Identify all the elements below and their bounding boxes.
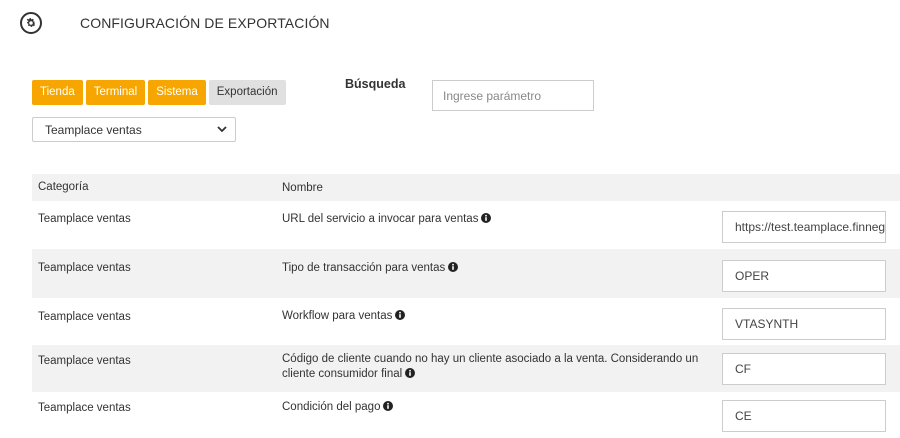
row-value-field[interactable]: https://test.teamplace.finneg — [722, 211, 886, 243]
table-row: Teamplace ventas URL del servicio a invo… — [32, 201, 900, 249]
tab-terminal[interactable]: Terminal — [85, 80, 146, 105]
row-name-text: Condición del pago — [282, 401, 381, 413]
chevron-down-icon — [217, 126, 227, 133]
tab-tienda[interactable]: Tienda — [32, 80, 83, 105]
row-value-field[interactable]: VTASYNTH — [722, 308, 886, 340]
info-icon[interactable] — [405, 368, 416, 378]
info-icon[interactable] — [481, 213, 492, 223]
row-name-text: Workflow para ventas — [282, 310, 393, 322]
tab-sistema[interactable]: Sistema — [148, 80, 206, 105]
row-category: Teamplace ventas — [38, 213, 131, 225]
row-name: Workflow para ventas — [282, 309, 717, 324]
tab-exportacion[interactable]: Exportación — [208, 80, 286, 105]
parameters-table: Categoría Nombre Teamplace ventas URL de… — [32, 174, 900, 438]
info-icon[interactable] — [395, 310, 406, 320]
row-name-text: Código de cliente cuando no hay un clien… — [282, 353, 699, 380]
row-category: Teamplace ventas — [38, 311, 131, 323]
row-name: URL del servicio a invocar para ventas — [282, 212, 717, 227]
row-name: Condición del pago — [282, 400, 717, 415]
row-category: Teamplace ventas — [38, 262, 131, 274]
category-select-value: Teamplace ventas — [45, 122, 142, 137]
table-row: Teamplace ventas Código de cliente cuand… — [32, 345, 900, 392]
row-value-field[interactable]: CF — [722, 353, 886, 385]
section-tabs: Tienda Terminal Sistema Exportación — [32, 80, 286, 105]
gear-icon[interactable] — [20, 12, 42, 34]
page-title: CONFIGURACIÓN DE EXPORTACIÓN — [80, 15, 330, 31]
table-row: Teamplace ventas Tipo de transacción par… — [32, 249, 900, 298]
column-header-name: Nombre — [282, 182, 323, 194]
row-value-field[interactable]: CE — [722, 400, 886, 432]
row-name: Código de cliente cuando no hay un clien… — [282, 352, 717, 382]
search-label: Búsqueda — [345, 77, 406, 91]
table-row: Teamplace ventas Workflow para ventas VT… — [32, 298, 900, 345]
row-category: Teamplace ventas — [38, 355, 131, 367]
column-header-category: Categoría — [38, 181, 89, 193]
row-name-text: URL del servicio a invocar para ventas — [282, 213, 479, 225]
info-icon[interactable] — [383, 401, 394, 411]
info-icon[interactable] — [448, 262, 459, 272]
row-name: Tipo de transacción para ventas — [282, 261, 717, 276]
page-header: CONFIGURACIÓN DE EXPORTACIÓN — [20, 8, 330, 38]
row-value-field[interactable]: OPER — [722, 260, 886, 292]
row-name-text: Tipo de transacción para ventas — [282, 262, 446, 274]
table-row: Teamplace ventas Condición del pago CE — [32, 392, 900, 438]
row-category: Teamplace ventas — [38, 402, 131, 414]
table-header: Categoría Nombre — [32, 174, 900, 201]
search-input[interactable] — [432, 80, 594, 111]
category-select[interactable]: Teamplace ventas — [32, 117, 236, 142]
